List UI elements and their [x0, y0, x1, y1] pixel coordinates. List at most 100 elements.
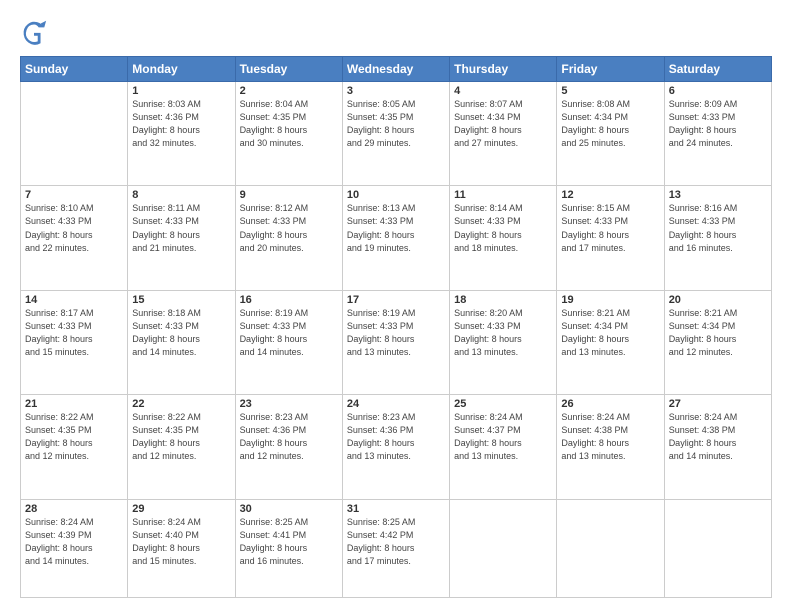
- day-cell: 24Sunrise: 8:23 AM Sunset: 4:36 PM Dayli…: [342, 395, 449, 499]
- day-cell: 10Sunrise: 8:13 AM Sunset: 4:33 PM Dayli…: [342, 186, 449, 290]
- day-info: Sunrise: 8:21 AM Sunset: 4:34 PM Dayligh…: [561, 307, 659, 359]
- day-number: 24: [347, 398, 445, 410]
- day-number: 17: [347, 294, 445, 306]
- col-header-saturday: Saturday: [664, 57, 771, 82]
- day-cell: 1Sunrise: 8:03 AM Sunset: 4:36 PM Daylig…: [128, 82, 235, 186]
- day-number: 18: [454, 294, 552, 306]
- day-cell: 22Sunrise: 8:22 AM Sunset: 4:35 PM Dayli…: [128, 395, 235, 499]
- day-number: 4: [454, 85, 552, 97]
- logo: [20, 18, 54, 46]
- day-cell: 30Sunrise: 8:25 AM Sunset: 4:41 PM Dayli…: [235, 499, 342, 597]
- day-info: Sunrise: 8:24 AM Sunset: 4:39 PM Dayligh…: [25, 516, 123, 568]
- day-number: 14: [25, 294, 123, 306]
- day-cell: 28Sunrise: 8:24 AM Sunset: 4:39 PM Dayli…: [21, 499, 128, 597]
- day-info: Sunrise: 8:17 AM Sunset: 4:33 PM Dayligh…: [25, 307, 123, 359]
- day-number: 16: [240, 294, 338, 306]
- header-row: SundayMondayTuesdayWednesdayThursdayFrid…: [21, 57, 772, 82]
- week-row-1: 1Sunrise: 8:03 AM Sunset: 4:36 PM Daylig…: [21, 82, 772, 186]
- day-info: Sunrise: 8:08 AM Sunset: 4:34 PM Dayligh…: [561, 98, 659, 150]
- day-cell: 16Sunrise: 8:19 AM Sunset: 4:33 PM Dayli…: [235, 290, 342, 394]
- day-info: Sunrise: 8:23 AM Sunset: 4:36 PM Dayligh…: [240, 411, 338, 463]
- day-cell: 25Sunrise: 8:24 AM Sunset: 4:37 PM Dayli…: [450, 395, 557, 499]
- day-cell: 15Sunrise: 8:18 AM Sunset: 4:33 PM Dayli…: [128, 290, 235, 394]
- day-info: Sunrise: 8:24 AM Sunset: 4:38 PM Dayligh…: [561, 411, 659, 463]
- day-number: 6: [669, 85, 767, 97]
- day-number: 2: [240, 85, 338, 97]
- day-cell: 26Sunrise: 8:24 AM Sunset: 4:38 PM Dayli…: [557, 395, 664, 499]
- day-info: Sunrise: 8:07 AM Sunset: 4:34 PM Dayligh…: [454, 98, 552, 150]
- day-info: Sunrise: 8:16 AM Sunset: 4:33 PM Dayligh…: [669, 202, 767, 254]
- day-cell: 5Sunrise: 8:08 AM Sunset: 4:34 PM Daylig…: [557, 82, 664, 186]
- day-info: Sunrise: 8:25 AM Sunset: 4:41 PM Dayligh…: [240, 516, 338, 568]
- day-number: 1: [132, 85, 230, 97]
- week-row-4: 21Sunrise: 8:22 AM Sunset: 4:35 PM Dayli…: [21, 395, 772, 499]
- page: SundayMondayTuesdayWednesdayThursdayFrid…: [0, 0, 792, 612]
- day-number: 31: [347, 503, 445, 515]
- day-cell: 14Sunrise: 8:17 AM Sunset: 4:33 PM Dayli…: [21, 290, 128, 394]
- col-header-wednesday: Wednesday: [342, 57, 449, 82]
- day-info: Sunrise: 8:04 AM Sunset: 4:35 PM Dayligh…: [240, 98, 338, 150]
- day-number: 28: [25, 503, 123, 515]
- day-cell: [450, 499, 557, 597]
- day-number: 30: [240, 503, 338, 515]
- day-cell: 11Sunrise: 8:14 AM Sunset: 4:33 PM Dayli…: [450, 186, 557, 290]
- week-row-5: 28Sunrise: 8:24 AM Sunset: 4:39 PM Dayli…: [21, 499, 772, 597]
- day-number: 20: [669, 294, 767, 306]
- col-header-friday: Friday: [557, 57, 664, 82]
- day-cell: [21, 82, 128, 186]
- day-cell: 7Sunrise: 8:10 AM Sunset: 4:33 PM Daylig…: [21, 186, 128, 290]
- day-cell: 8Sunrise: 8:11 AM Sunset: 4:33 PM Daylig…: [128, 186, 235, 290]
- day-info: Sunrise: 8:24 AM Sunset: 4:37 PM Dayligh…: [454, 411, 552, 463]
- day-info: Sunrise: 8:09 AM Sunset: 4:33 PM Dayligh…: [669, 98, 767, 150]
- col-header-sunday: Sunday: [21, 57, 128, 82]
- day-info: Sunrise: 8:11 AM Sunset: 4:33 PM Dayligh…: [132, 202, 230, 254]
- day-number: 21: [25, 398, 123, 410]
- calendar-table: SundayMondayTuesdayWednesdayThursdayFrid…: [20, 56, 772, 598]
- day-number: 19: [561, 294, 659, 306]
- day-cell: 18Sunrise: 8:20 AM Sunset: 4:33 PM Dayli…: [450, 290, 557, 394]
- logo-icon: [20, 18, 48, 46]
- day-info: Sunrise: 8:24 AM Sunset: 4:38 PM Dayligh…: [669, 411, 767, 463]
- day-number: 23: [240, 398, 338, 410]
- day-cell: 23Sunrise: 8:23 AM Sunset: 4:36 PM Dayli…: [235, 395, 342, 499]
- day-number: 25: [454, 398, 552, 410]
- day-cell: 3Sunrise: 8:05 AM Sunset: 4:35 PM Daylig…: [342, 82, 449, 186]
- day-number: 13: [669, 189, 767, 201]
- day-number: 8: [132, 189, 230, 201]
- day-info: Sunrise: 8:05 AM Sunset: 4:35 PM Dayligh…: [347, 98, 445, 150]
- day-cell: 20Sunrise: 8:21 AM Sunset: 4:34 PM Dayli…: [664, 290, 771, 394]
- day-cell: 27Sunrise: 8:24 AM Sunset: 4:38 PM Dayli…: [664, 395, 771, 499]
- day-cell: 12Sunrise: 8:15 AM Sunset: 4:33 PM Dayli…: [557, 186, 664, 290]
- day-info: Sunrise: 8:19 AM Sunset: 4:33 PM Dayligh…: [347, 307, 445, 359]
- day-info: Sunrise: 8:25 AM Sunset: 4:42 PM Dayligh…: [347, 516, 445, 568]
- day-cell: 31Sunrise: 8:25 AM Sunset: 4:42 PM Dayli…: [342, 499, 449, 597]
- day-number: 5: [561, 85, 659, 97]
- day-info: Sunrise: 8:18 AM Sunset: 4:33 PM Dayligh…: [132, 307, 230, 359]
- header: [20, 18, 772, 46]
- day-cell: 13Sunrise: 8:16 AM Sunset: 4:33 PM Dayli…: [664, 186, 771, 290]
- day-number: 10: [347, 189, 445, 201]
- day-cell: [557, 499, 664, 597]
- col-header-monday: Monday: [128, 57, 235, 82]
- day-info: Sunrise: 8:22 AM Sunset: 4:35 PM Dayligh…: [25, 411, 123, 463]
- week-row-2: 7Sunrise: 8:10 AM Sunset: 4:33 PM Daylig…: [21, 186, 772, 290]
- day-cell: 29Sunrise: 8:24 AM Sunset: 4:40 PM Dayli…: [128, 499, 235, 597]
- day-number: 15: [132, 294, 230, 306]
- day-cell: 4Sunrise: 8:07 AM Sunset: 4:34 PM Daylig…: [450, 82, 557, 186]
- day-info: Sunrise: 8:19 AM Sunset: 4:33 PM Dayligh…: [240, 307, 338, 359]
- day-info: Sunrise: 8:10 AM Sunset: 4:33 PM Dayligh…: [25, 202, 123, 254]
- day-cell: 9Sunrise: 8:12 AM Sunset: 4:33 PM Daylig…: [235, 186, 342, 290]
- col-header-thursday: Thursday: [450, 57, 557, 82]
- day-info: Sunrise: 8:12 AM Sunset: 4:33 PM Dayligh…: [240, 202, 338, 254]
- day-info: Sunrise: 8:15 AM Sunset: 4:33 PM Dayligh…: [561, 202, 659, 254]
- day-info: Sunrise: 8:22 AM Sunset: 4:35 PM Dayligh…: [132, 411, 230, 463]
- day-info: Sunrise: 8:14 AM Sunset: 4:33 PM Dayligh…: [454, 202, 552, 254]
- day-cell: 17Sunrise: 8:19 AM Sunset: 4:33 PM Dayli…: [342, 290, 449, 394]
- day-cell: [664, 499, 771, 597]
- col-header-tuesday: Tuesday: [235, 57, 342, 82]
- week-row-3: 14Sunrise: 8:17 AM Sunset: 4:33 PM Dayli…: [21, 290, 772, 394]
- day-number: 3: [347, 85, 445, 97]
- day-number: 12: [561, 189, 659, 201]
- day-info: Sunrise: 8:13 AM Sunset: 4:33 PM Dayligh…: [347, 202, 445, 254]
- day-number: 9: [240, 189, 338, 201]
